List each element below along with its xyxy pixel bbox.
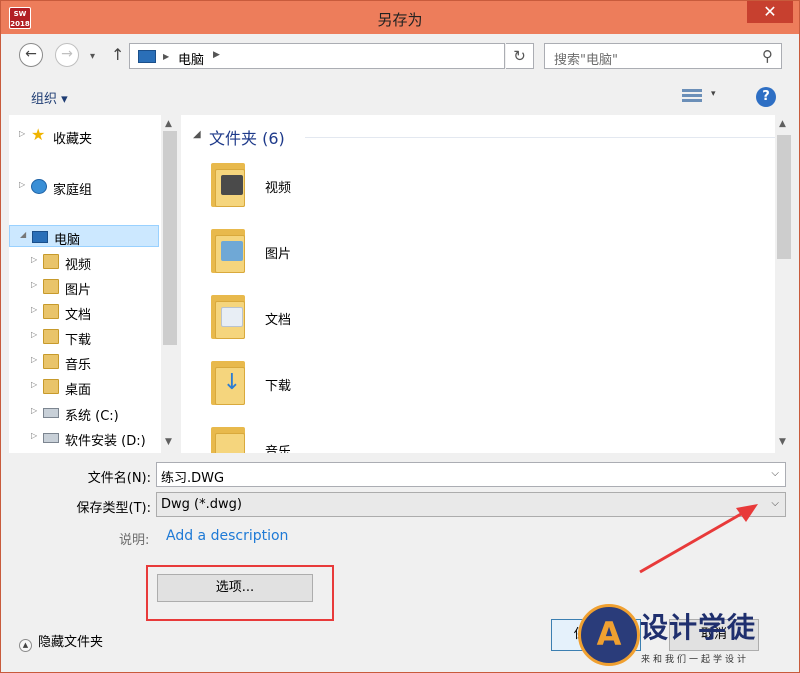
arrow-shaft <box>639 508 749 574</box>
arrow-head <box>736 504 758 522</box>
watermark-logo: A <box>578 604 640 666</box>
watermark-subtitle: 来和我们一起学设计 <box>641 655 750 665</box>
watermark-title: 设计学徒 <box>640 611 757 644</box>
watermark-logo-letter: A <box>596 615 622 653</box>
red-arrow-annotation <box>639 504 758 574</box>
